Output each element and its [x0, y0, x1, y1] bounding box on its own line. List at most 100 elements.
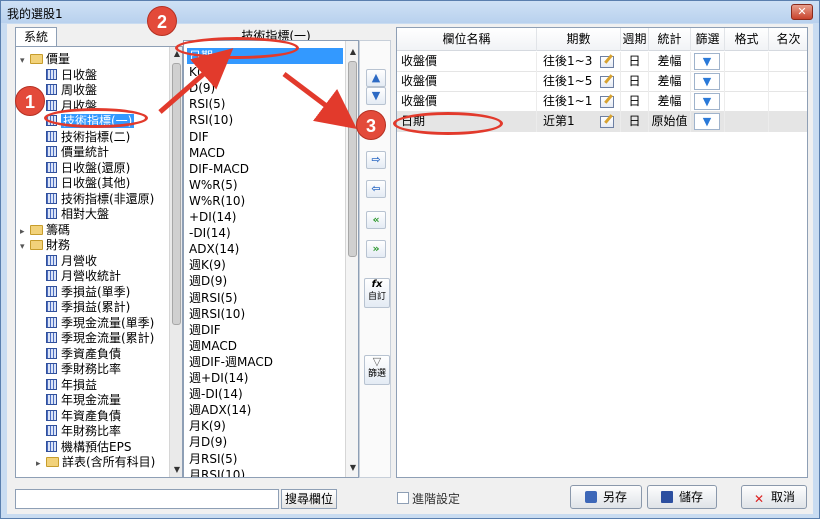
- scroll-down-icon[interactable]: ▼: [346, 461, 358, 475]
- field-list-item[interactable]: D(9): [187, 80, 343, 96]
- grid-header-cell[interactable]: 統計: [649, 28, 691, 51]
- tree-item[interactable]: 技術指標(二): [46, 129, 130, 145]
- field-search-input[interactable]: [15, 489, 279, 509]
- advanced-settings-checkbox[interactable]: [397, 492, 409, 504]
- field-list-item[interactable]: DIF: [187, 129, 343, 145]
- field-list[interactable]: ▲ ▼ 日期 K(9) D(9) RSI(5) RSI(10) DIF MACD DIF-MA…: [183, 40, 359, 478]
- field-list-item[interactable]: W%R(5): [187, 177, 343, 193]
- field-list-item[interactable]: -DI(14): [187, 225, 343, 241]
- rank-cell[interactable]: [769, 52, 807, 72]
- edit-icon[interactable]: [600, 96, 614, 108]
- field-list-item[interactable]: 週MACD: [187, 338, 343, 354]
- tree-item[interactable]: 季現金流量(累計): [46, 330, 154, 346]
- field-list-item[interactable]: +DI(14): [187, 209, 343, 225]
- field-list-item[interactable]: 週-DI(14): [187, 386, 343, 402]
- edit-icon[interactable]: [600, 56, 614, 68]
- tree-item[interactable]: 技術指標(非還原): [46, 191, 154, 207]
- collapse-icon[interactable]: ▾: [20, 53, 30, 69]
- funnel-icon[interactable]: ▼: [694, 53, 720, 70]
- custom-formula-button[interactable]: fx 自訂: [364, 278, 390, 308]
- field-list-item[interactable]: 週DIF: [187, 322, 343, 338]
- field-list-scrollbar[interactable]: ▲ ▼: [345, 41, 358, 477]
- tree-item[interactable]: 季資產負債: [46, 346, 121, 362]
- grid-header-cell[interactable]: 篩選: [691, 28, 725, 51]
- field-name-cell[interactable]: 收盤價: [397, 72, 537, 92]
- tree-folder[interactable]: ▾ 財務: [20, 237, 70, 253]
- tree-item[interactable]: 年資產負債: [46, 408, 121, 424]
- format-cell[interactable]: [725, 112, 769, 132]
- stat-cell[interactable]: 差幅: [649, 52, 691, 72]
- tree-item[interactable]: 年財務比率: [46, 423, 121, 439]
- rank-cell[interactable]: [769, 92, 807, 112]
- tree-item[interactable]: 季財務比率: [46, 361, 121, 377]
- field-list-item[interactable]: 週ADX(14): [187, 402, 343, 418]
- tree-folder[interactable]: ▸ 詳表(含所有科目): [36, 454, 155, 470]
- field-list-item[interactable]: 週+DI(14): [187, 370, 343, 386]
- tree-folder[interactable]: ▾ 價量: [20, 51, 70, 67]
- field-name-cell[interactable]: 收盤價: [397, 92, 537, 112]
- field-list-item[interactable]: W%R(10): [187, 193, 343, 209]
- stat-cell[interactable]: 原始值: [649, 112, 691, 132]
- filter-cell[interactable]: ▼: [691, 112, 725, 132]
- cycle-cell[interactable]: 日: [621, 72, 649, 92]
- field-list-item[interactable]: 月RSI(10): [187, 467, 343, 477]
- tree-item[interactable]: 相對大盤: [46, 206, 109, 222]
- tree-item[interactable]: 季損益(單季): [46, 284, 130, 300]
- cycle-cell[interactable]: 日: [621, 112, 649, 132]
- tree-item[interactable]: 年損益: [46, 377, 97, 393]
- close-button[interactable]: ✕: [791, 4, 813, 20]
- tree-item[interactable]: 月營收: [46, 253, 97, 269]
- scroll-up-icon[interactable]: ▲: [346, 45, 358, 59]
- save-button[interactable]: 儲存: [647, 485, 717, 509]
- edit-icon[interactable]: [600, 76, 614, 88]
- tree-item[interactable]: 周收盤: [46, 82, 97, 98]
- field-list-item[interactable]: 週D(9): [187, 273, 343, 289]
- tree-scrollbar[interactable]: ▲ ▼: [169, 47, 182, 477]
- move-down-button[interactable]: ▼: [366, 87, 386, 105]
- field-list-item[interactable]: MACD: [187, 145, 343, 161]
- tree-item[interactable]: 季現金流量(單季): [46, 315, 154, 331]
- tree-item[interactable]: 年現金流量: [46, 392, 121, 408]
- scroll-down-icon[interactable]: ▼: [170, 463, 182, 477]
- stat-cell[interactable]: 差幅: [649, 92, 691, 112]
- collapse-icon[interactable]: ▾: [20, 239, 30, 255]
- tree-item[interactable]: 機構預估EPS: [46, 439, 131, 455]
- remove-all-button[interactable]: «: [366, 211, 386, 229]
- field-list-item[interactable]: RSI(10): [187, 112, 343, 128]
- filter-cell[interactable]: ▼: [691, 52, 725, 72]
- field-list-item[interactable]: K(9): [187, 64, 343, 80]
- stat-cell[interactable]: 差幅: [649, 72, 691, 92]
- field-list-item[interactable]: 週K(9): [187, 257, 343, 273]
- field-list-item[interactable]: 週RSI(5): [187, 290, 343, 306]
- selected-fields-grid[interactable]: 欄位名稱 期數 週期 統計 篩選 格式 名次 收盤價 往後1~3 日差幅 ▼ 收盤價 往後1~5 日差幅…: [396, 27, 808, 478]
- tree-scroll-thumb[interactable]: [172, 63, 181, 325]
- format-cell[interactable]: [725, 72, 769, 92]
- grid-row[interactable]: 收盤價 往後1~5 日差幅 ▼: [397, 72, 807, 92]
- add-field-button[interactable]: ⇨: [366, 151, 386, 169]
- grid-header-cell[interactable]: 欄位名稱: [397, 28, 537, 51]
- field-list-item[interactable]: DIF-MACD: [187, 161, 343, 177]
- grid-header-cell[interactable]: 期數: [537, 28, 621, 51]
- tree-item[interactable]: 價量統計: [46, 144, 109, 160]
- format-cell[interactable]: [725, 52, 769, 72]
- field-list-item[interactable]: RSI(5): [187, 96, 343, 112]
- filter-cell[interactable]: ▼: [691, 72, 725, 92]
- field-list-item[interactable]: ADX(14): [187, 241, 343, 257]
- grid-header-cell[interactable]: 格式: [725, 28, 769, 51]
- field-list-item[interactable]: 月D(9): [187, 434, 343, 450]
- remove-field-button[interactable]: ⇦: [366, 180, 386, 198]
- tree-item[interactable]: 日收盤: [46, 67, 97, 83]
- grid-header-cell[interactable]: 週期: [621, 28, 649, 51]
- cycle-cell[interactable]: 日: [621, 52, 649, 72]
- cycle-cell[interactable]: 日: [621, 92, 649, 112]
- filter-cell[interactable]: ▼: [691, 92, 725, 112]
- field-list-item[interactable]: 月K(9): [187, 418, 343, 434]
- filter-button[interactable]: ▽ 篩選: [364, 355, 390, 385]
- funnel-icon[interactable]: ▼: [694, 93, 720, 110]
- search-field-button[interactable]: 搜尋欄位: [281, 489, 337, 509]
- field-list-item[interactable]: 週RSI(10): [187, 306, 343, 322]
- field-list-item[interactable]: 月RSI(5): [187, 451, 343, 467]
- grid-header-cell[interactable]: 名次: [769, 28, 807, 51]
- add-all-button[interactable]: »: [366, 240, 386, 258]
- field-name-cell[interactable]: 收盤價: [397, 52, 537, 72]
